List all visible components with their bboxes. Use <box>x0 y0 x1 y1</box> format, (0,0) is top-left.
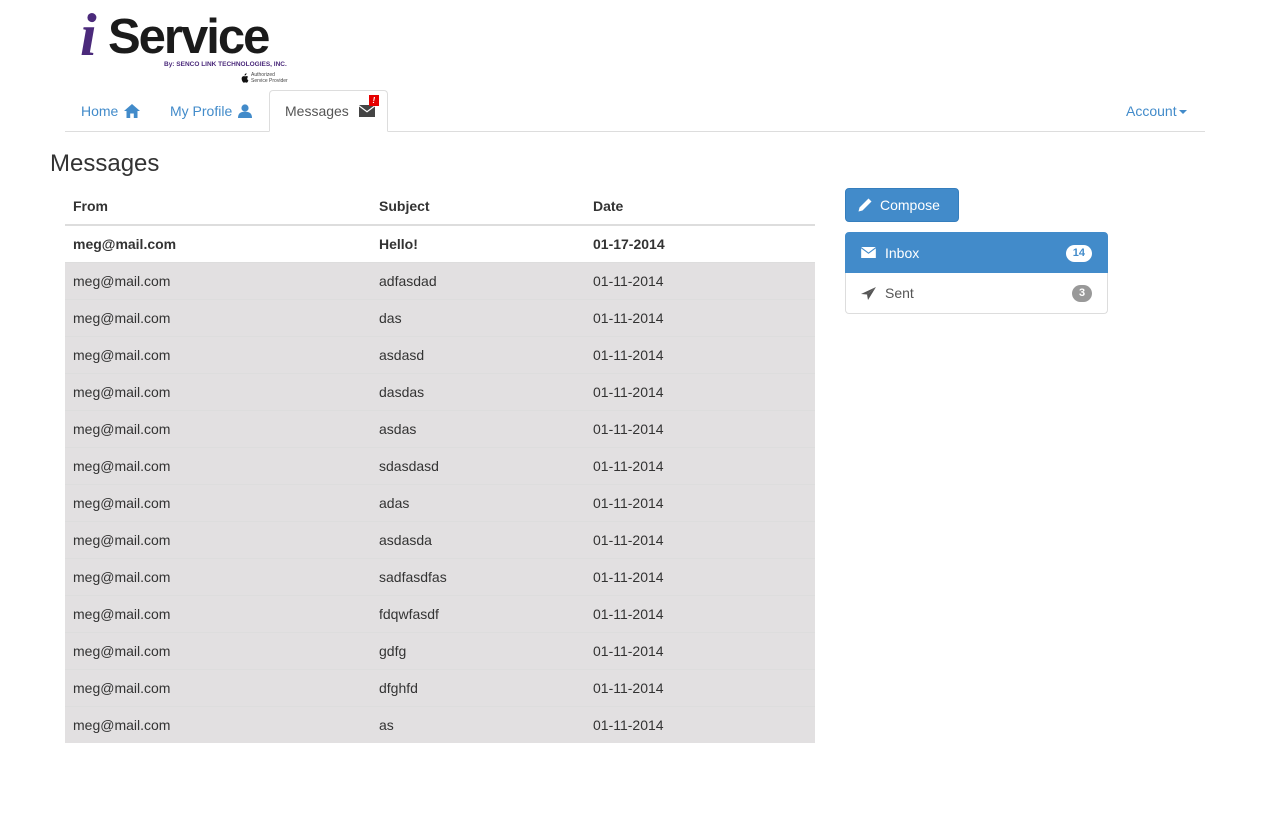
messages-table: From Subject Date meg@mail.com Hello! 01-1… <box>65 187 815 743</box>
cell-subject: Hello! <box>371 224 585 262</box>
messages-icon-wrap: ! <box>358 95 379 118</box>
cell-date: 01-11-2014 <box>585 668 815 706</box>
folder-inbox-label: Inbox <box>885 244 920 261</box>
column-header-subject: Subject <box>371 187 585 226</box>
nav-profile-label: My Profile <box>170 103 233 119</box>
nav-my-profile[interactable]: My Profile <box>155 90 267 132</box>
cell-subject: asdas <box>371 409 585 447</box>
cell-date: 01-11-2014 <box>585 372 815 410</box>
nav-messages-label: Messages <box>285 103 349 119</box>
table-row[interactable]: meg@mail.com gdfg 01-11-2014 <box>65 631 815 669</box>
badge-line-2: Service Provider <box>251 78 288 84</box>
folder-sent[interactable]: Sent 3 <box>845 273 1108 314</box>
cell-from: meg@mail.com <box>65 520 371 558</box>
envelope-icon <box>358 105 375 117</box>
table-row[interactable]: meg@mail.com das 01-11-2014 <box>65 298 815 336</box>
logo-byline: By: SENCO LINK TECHNOLOGIES, INC. <box>164 61 287 68</box>
table-row[interactable]: meg@mail.com as 01-11-2014 <box>65 705 815 743</box>
table-row[interactable]: meg@mail.com asdasd 01-11-2014 <box>65 335 815 373</box>
cell-from: meg@mail.com <box>65 224 371 262</box>
table-row[interactable]: meg@mail.com fdqwfasdf 01-11-2014 <box>65 594 815 632</box>
user-icon <box>238 104 253 118</box>
apple-authorized-badge: Authorized Service Provider <box>240 72 300 86</box>
folder-list: Inbox 14 Sent 3 <box>845 232 1108 314</box>
cell-from: meg@mail.com <box>65 483 371 521</box>
cell-date: 01-11-2014 <box>585 483 815 521</box>
cell-subject: adas <box>371 483 585 521</box>
compose-button[interactable]: Compose <box>845 188 959 222</box>
caret-down-icon <box>1178 110 1187 114</box>
logo-letter-i: i <box>80 2 97 68</box>
cell-date: 01-11-2014 <box>585 335 815 373</box>
cell-date: 01-11-2014 <box>585 631 815 669</box>
cell-from: meg@mail.com <box>65 335 371 373</box>
cell-subject: dasdas <box>371 372 585 410</box>
logo-wordmark: Service <box>108 10 270 64</box>
cell-subject: sadfasdfas <box>371 557 585 595</box>
cell-from: meg@mail.com <box>65 409 371 447</box>
cell-from: meg@mail.com <box>65 446 371 484</box>
account-label: Account <box>1126 103 1177 119</box>
column-header-date: Date <box>585 187 815 226</box>
table-row[interactable]: meg@mail.com adas 01-11-2014 <box>65 483 815 521</box>
cell-subject: gdfg <box>371 631 585 669</box>
home-icon <box>124 104 141 118</box>
cell-date: 01-11-2014 <box>585 557 815 595</box>
folder-inbox[interactable]: Inbox 14 <box>845 232 1108 273</box>
cell-from: meg@mail.com <box>65 668 371 706</box>
cell-subject: dfghfd <box>371 668 585 706</box>
cell-date: 01-11-2014 <box>585 520 815 558</box>
cell-subject: asdasd <box>371 335 585 373</box>
table-row[interactable]: meg@mail.com asdasda 01-11-2014 <box>65 520 815 558</box>
cell-date: 01-11-2014 <box>585 298 815 336</box>
page-title: Messages <box>50 150 160 177</box>
table-row[interactable]: meg@mail.com dasdas 01-11-2014 <box>65 372 815 410</box>
cell-from: meg@mail.com <box>65 557 371 595</box>
pencil-icon <box>858 198 872 212</box>
cell-from: meg@mail.com <box>65 298 371 336</box>
cell-subject: adfasdad <box>371 261 585 299</box>
table-row[interactable]: meg@mail.com sadfasdfas 01-11-2014 <box>65 557 815 595</box>
envelope-icon <box>861 247 876 258</box>
nav-home-label: Home <box>81 103 119 119</box>
table-row[interactable]: meg@mail.com asdas 01-11-2014 <box>65 409 815 447</box>
table-row[interactable]: meg@mail.com sdasdasd 01-11-2014 <box>65 446 815 484</box>
cell-subject: sdasdasd <box>371 446 585 484</box>
cell-subject: as <box>371 705 585 743</box>
inbox-count-badge: 14 <box>1065 245 1092 262</box>
cell-subject: fdqwfasdf <box>371 594 585 632</box>
table-header-row: From Subject Date <box>65 187 815 226</box>
cell-date: 01-17-2014 <box>585 224 815 262</box>
cell-date: 01-11-2014 <box>585 594 815 632</box>
send-icon <box>861 286 876 300</box>
compose-label: Compose <box>880 197 940 213</box>
unread-alert-badge: ! <box>368 95 379 106</box>
folder-sent-label: Sent <box>885 285 914 301</box>
main-nav: Home My Profile Messages ! Account <box>65 90 1205 132</box>
apple-icon <box>241 73 249 83</box>
sent-count-badge: 3 <box>1072 285 1092 302</box>
cell-from: meg@mail.com <box>65 372 371 410</box>
cell-date: 01-11-2014 <box>585 705 815 743</box>
cell-from: meg@mail.com <box>65 594 371 632</box>
cell-date: 01-11-2014 <box>585 409 815 447</box>
nav-messages[interactable]: Messages ! <box>269 90 388 132</box>
cell-from: meg@mail.com <box>65 261 371 299</box>
messages-table-body: meg@mail.com Hello! 01-17-2014 meg@mail.com… <box>65 224 815 743</box>
table-row[interactable]: meg@mail.com dfghfd 01-11-2014 <box>65 668 815 706</box>
table-row[interactable]: meg@mail.com Hello! 01-17-2014 <box>65 224 815 262</box>
column-header-from: From <box>65 187 371 226</box>
cell-date: 01-11-2014 <box>585 446 815 484</box>
cell-from: meg@mail.com <box>65 631 371 669</box>
nav-home[interactable]: Home <box>66 90 155 132</box>
account-dropdown[interactable]: Account <box>1111 90 1202 132</box>
brand-logo: i Service By: SENCO LINK TECHNOLOGIES, I… <box>80 3 295 87</box>
cell-from: meg@mail.com <box>65 705 371 743</box>
cell-date: 01-11-2014 <box>585 261 815 299</box>
cell-subject: asdasda <box>371 520 585 558</box>
cell-subject: das <box>371 298 585 336</box>
table-row[interactable]: meg@mail.com adfasdad 01-11-2014 <box>65 261 815 299</box>
